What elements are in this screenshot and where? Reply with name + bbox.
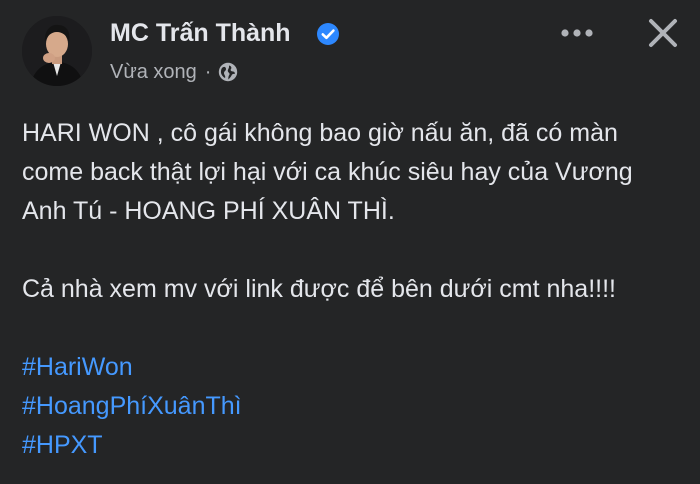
post-meta: Vừa xong · (110, 59, 239, 85)
globe-icon[interactable] (217, 61, 239, 83)
avatar[interactable] (22, 16, 92, 86)
more-options-button[interactable] (556, 18, 598, 48)
hashtag-link[interactable]: #HPXT (22, 426, 682, 465)
author-name[interactable]: MC Trấn Thành (110, 19, 291, 48)
meta-separator: · (204, 60, 212, 83)
hashtag-link[interactable]: #HariWon (22, 348, 682, 387)
post-text-paragraph-1: HARI WON , cô gái không bao giờ nấu ăn, … (22, 119, 633, 225)
verified-badge-icon (317, 23, 339, 45)
post-content: HARI WON , cô gái không bao giờ nấu ăn, … (22, 114, 682, 465)
post-timestamp[interactable]: Vừa xong (110, 61, 197, 84)
hashtag-link[interactable]: #HoangPhíXuânThì (22, 387, 682, 426)
post-text-paragraph-2: Cả nhà xem mv với link được để bên dưới … (22, 275, 616, 303)
post-card: MC Trấn Thành Vừa xong · HARI WON , cô g… (0, 0, 700, 484)
close-icon[interactable] (642, 12, 684, 54)
avatar-image (22, 16, 92, 86)
